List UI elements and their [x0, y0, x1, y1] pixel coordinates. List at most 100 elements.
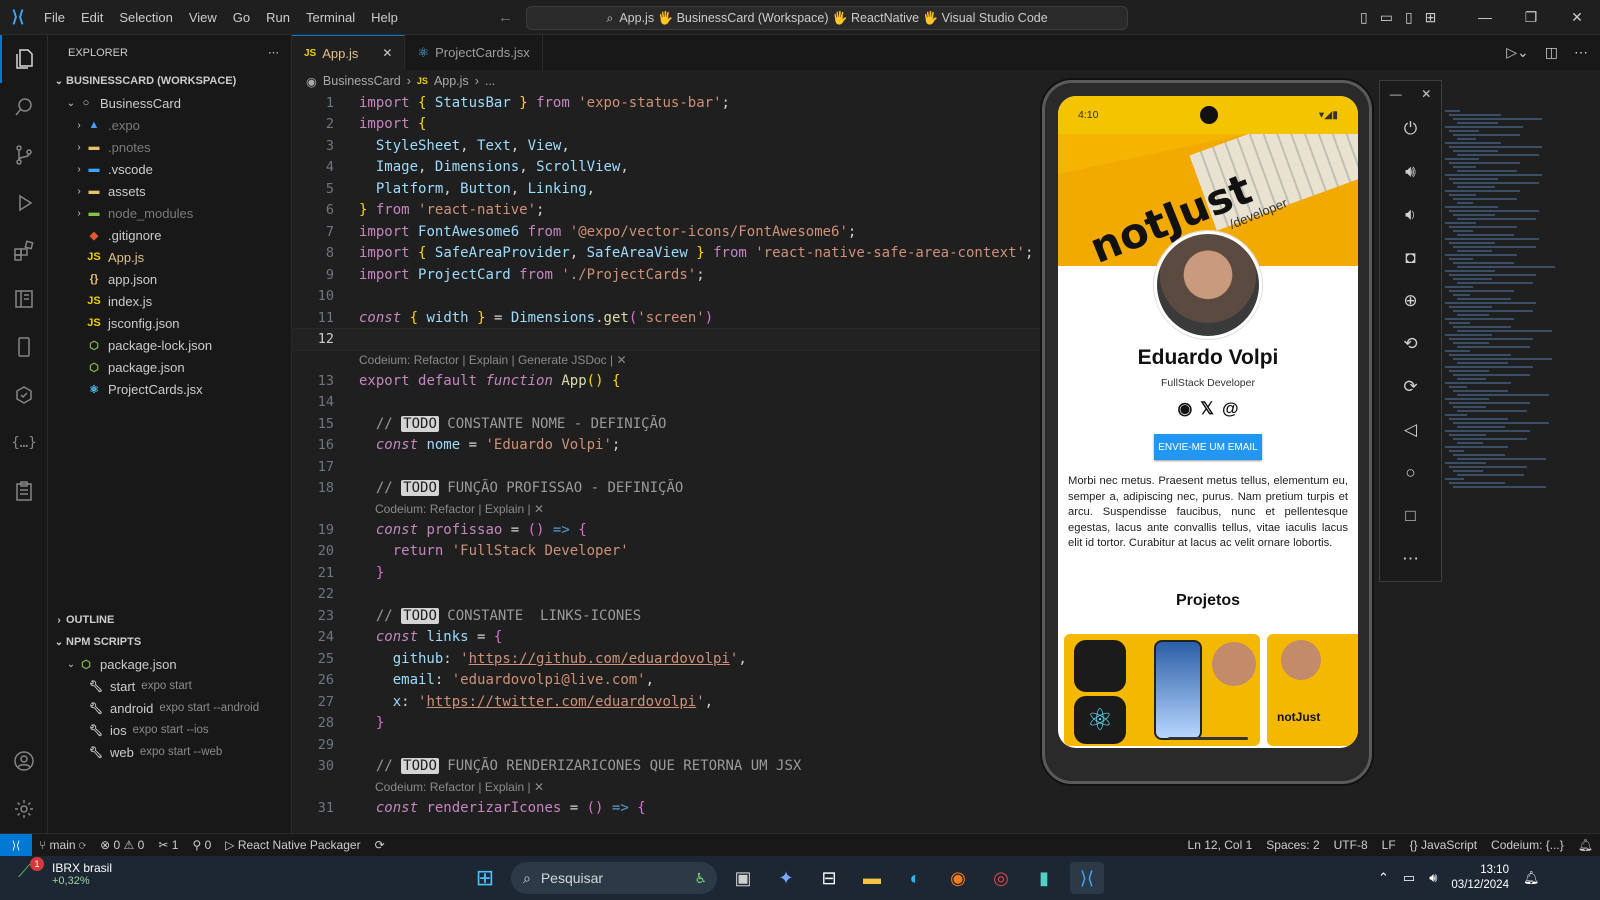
npm-script-item[interactable]: 🔧︎ ios expo start --ios [48, 719, 292, 741]
notifications-bell-icon[interactable]: 🔔︎ [1571, 838, 1600, 852]
volume-up-icon[interactable]: 🔊︎ [1380, 150, 1441, 193]
home-circle-icon[interactable]: ○ [1380, 451, 1441, 494]
tree-file[interactable]: JS App.js [48, 246, 291, 268]
restore-icon[interactable]: ❐ [1508, 0, 1554, 35]
close-icon[interactable]: ✕ [1421, 87, 1431, 101]
npm-package-node[interactable]: ⌄ ⬡ package.json [48, 653, 292, 675]
zoom-in-icon[interactable]: ⊕ [1380, 279, 1441, 322]
tree-file[interactable]: JS jsconfig.json [48, 312, 291, 334]
packager-status[interactable]: ▷ React Native Packager [218, 838, 367, 852]
encoding[interactable]: UTF-8 [1327, 838, 1375, 852]
tree-folder[interactable]: › ▬ .pnotes [48, 136, 291, 158]
file-explorer-icon[interactable]: ▬ [855, 862, 889, 894]
more-actions-icon[interactable]: ⋯ [268, 46, 279, 59]
more-options-icon[interactable]: ⋯ [1380, 537, 1441, 580]
tree-file[interactable]: ⬡ package-lock.json [48, 334, 291, 356]
project-card[interactable]: ⚛ [1064, 634, 1260, 746]
tree-folder[interactable]: › ▬ .vscode [48, 158, 291, 180]
json-braces-icon[interactable]: {…} [0, 419, 48, 467]
codeium-lens[interactable]: Codeium: Refactor | Explain | ✕ [292, 499, 1052, 519]
breadcrumb-item[interactable]: App.js [434, 74, 469, 88]
cursor-position[interactable]: Ln 12, Col 1 [1181, 838, 1260, 852]
testing-icon[interactable] [0, 371, 48, 419]
menu-terminal[interactable]: Terminal [298, 0, 363, 35]
at-email-icon[interactable]: @ [1222, 399, 1239, 419]
close-tab-icon[interactable]: ✕ [382, 46, 392, 60]
tab-project-cards[interactable]: ⚛ ProjectCards.jsx [405, 35, 543, 70]
menu-view[interactable]: View [181, 0, 225, 35]
explorer-icon[interactable] [0, 35, 48, 83]
back-triangle-icon[interactable]: ◁ [1380, 408, 1441, 451]
tree-file[interactable]: ⬡ package.json [48, 356, 291, 378]
tree-file[interactable]: JS index.js [48, 290, 291, 312]
toggle-sidebar-icon[interactable]: ▯ [1360, 9, 1368, 26]
overview-square-icon[interactable]: □ [1380, 494, 1441, 537]
clock[interactable]: 13:10 03/12/2024 [1451, 863, 1509, 893]
more-actions-icon[interactable]: ⋯ [1574, 44, 1588, 61]
npm-scripts-section[interactable]: ⌄ NPM SCRIPTS [48, 631, 292, 653]
github-icon[interactable]: ◉ [1177, 399, 1192, 419]
ports-indicator[interactable]: ⚲ 0 [185, 838, 218, 852]
search-icon[interactable] [0, 83, 48, 131]
codeium-status[interactable]: Codeium: {...} [1484, 838, 1571, 852]
gesture-nav-pill[interactable] [1168, 737, 1248, 740]
remote-indicator-icon[interactable]: ⟩⟨ [0, 833, 32, 857]
line-ending[interactable]: LF [1375, 838, 1403, 852]
notification-bell-icon[interactable]: 🔔︎ [1523, 870, 1540, 886]
tree-file[interactable]: {} app.json [48, 268, 291, 290]
menu-help[interactable]: Help [363, 0, 406, 35]
clipboard-icon[interactable] [0, 467, 48, 515]
vscode-taskbar-icon[interactable]: ⟩⟨ [1070, 862, 1104, 894]
minimize-icon[interactable]: — [1390, 87, 1402, 101]
menu-selection[interactable]: Selection [111, 0, 180, 35]
npm-script-item[interactable]: 🔧︎ android expo start --android [48, 697, 292, 719]
email-button[interactable]: ENVIE-ME UM EMAIL [1154, 434, 1262, 460]
store-icon[interactable]: ⊟ [812, 862, 846, 894]
customize-layout-icon[interactable]: ⊞ [1425, 9, 1437, 26]
account-icon[interactable] [0, 737, 48, 785]
book-icon[interactable] [0, 275, 48, 323]
problems-indicator[interactable]: ⊗ 0 ⚠ 0 [93, 838, 151, 852]
volume-down-icon[interactable]: 🔉︎ [1380, 193, 1441, 236]
tree-file[interactable]: ◆ .gitignore [48, 224, 291, 246]
run-dropdown-icon[interactable]: ▷⌄ [1506, 44, 1529, 61]
git-branch[interactable]: ⑂ main ⟳ [32, 838, 93, 852]
language-mode[interactable]: {} JavaScript [1403, 838, 1484, 852]
menu-file[interactable]: File [36, 0, 73, 35]
chevron-up-icon[interactable]: ⌃ [1378, 870, 1389, 886]
copilot-icon[interactable]: ✦ [769, 862, 803, 894]
firefox-icon[interactable]: ◉ [941, 862, 975, 894]
tree-folder[interactable]: › ▬ assets [48, 180, 291, 202]
tree-folder[interactable]: › ▬ node_modules [48, 202, 291, 224]
tree-file[interactable]: ⚛ ProjectCards.jsx [48, 378, 291, 400]
project-card[interactable]: notJust [1267, 634, 1358, 746]
camera-icon[interactable]: ◘ [1380, 236, 1441, 279]
minimap[interactable] [1445, 110, 1565, 510]
codeium-lens[interactable]: Codeium: Refactor | Explain | Generate J… [292, 350, 1052, 370]
task-view-icon[interactable]: ▣ [726, 862, 760, 894]
breadcrumb-item[interactable]: ... [485, 74, 495, 88]
tab-app-js[interactable]: JS App.js ✕ [292, 35, 406, 70]
edge-browser-icon[interactable]: ◐ [898, 862, 932, 894]
phone-screen[interactable]: 4:10 ▾◢▮ notJust /developer Eduardo Volp… [1058, 96, 1358, 748]
menu-go[interactable]: Go [225, 0, 258, 35]
npm-script-item[interactable]: 🔧︎ web expo start --web [48, 741, 292, 763]
npm-script-item[interactable]: 🔧︎ start expo start [48, 675, 292, 697]
menu-edit[interactable]: Edit [73, 0, 111, 35]
windows-start-icon[interactable]: ⊞ [468, 862, 502, 894]
stock-widget[interactable]: ⟋ 1 IBRX brasil +0,32% [18, 857, 112, 887]
settings-gear-icon[interactable] [0, 785, 48, 833]
tools-indicator[interactable]: ✂ 1 [151, 838, 185, 852]
refresh-icon[interactable]: ⟳ [368, 838, 392, 852]
tree-folder[interactable]: › ▲ .expo [48, 114, 291, 136]
back-arrow-icon[interactable]: ← [498, 9, 513, 26]
source-control-icon[interactable] [0, 131, 48, 179]
toggle-secondary-sidebar-icon[interactable]: ▯ [1405, 9, 1413, 26]
outline-section[interactable]: › OUTLINE [48, 609, 292, 631]
command-center[interactable]: ⌕ App.js 🖐 BusinessCard (Workspace) 🖐 Re… [526, 6, 1128, 30]
x-twitter-icon[interactable]: 𝕏 [1200, 399, 1214, 419]
close-icon[interactable]: ✕ [1554, 0, 1600, 35]
code-editor[interactable]: 1 import { StatusBar } from 'expo-status-… [291, 92, 1053, 833]
chrome-icon[interactable]: ◎ [984, 862, 1018, 894]
rotate-right-icon[interactable]: ⟳ [1380, 365, 1441, 408]
